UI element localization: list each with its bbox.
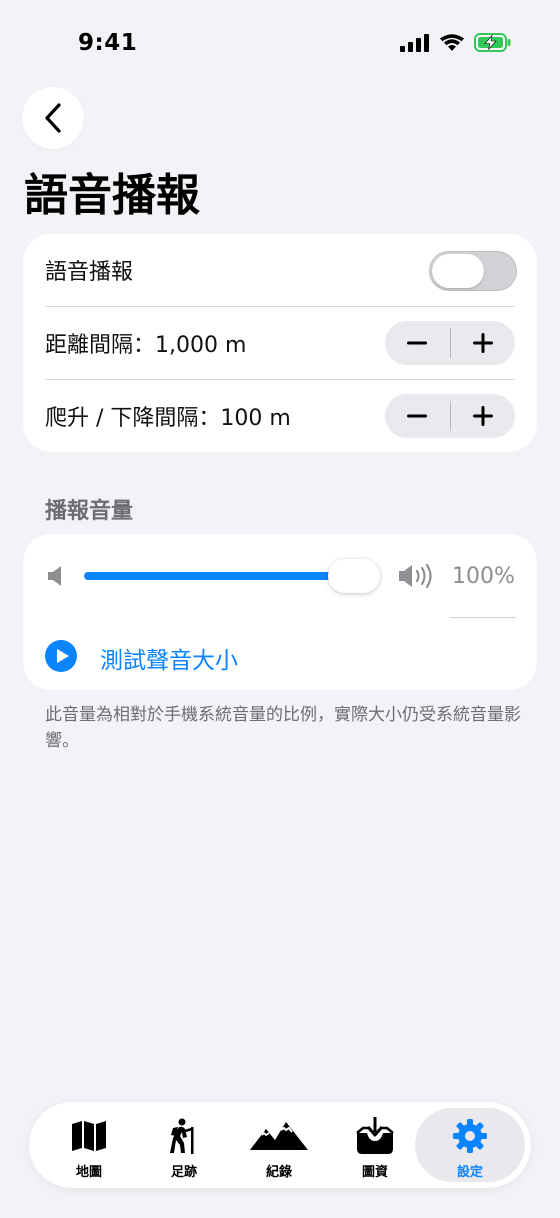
tab-bar: 地圖 足跡 紀錄 圖資 設定 [29,1102,531,1188]
volume-value: 100% [452,564,515,589]
elevation-interval-label: 爬升 / 下降間隔：100 m [45,406,291,431]
tab-label: 地圖 [75,1165,102,1180]
toggle-knob [432,254,484,288]
voice-announce-toggle[interactable] [429,251,517,291]
tab-label: 圖資 [361,1165,388,1180]
volume-slider-thumb[interactable] [328,559,380,593]
announce-settings-card: 語音播報 距離間隔：1,000 m 爬升 / 下降間隔：100 m [23,234,537,452]
download-tray-icon [356,1117,394,1154]
volume-section-header: 播報音量 [45,499,134,524]
tab-label: 設定 [456,1165,483,1180]
cellular-signal-icon [400,33,429,52]
volume-footnote: 此音量為相對於手機系統音量的比例，實際大小仍受系統音量影響。 [45,705,521,751]
distance-increment-button[interactable] [451,321,516,365]
volume-value-underline [450,617,516,618]
distance-interval-label: 距離間隔：1,000 m [45,333,247,358]
chevron-left-icon [45,103,61,133]
plus-icon [472,406,493,426]
speaker-high-icon [399,563,432,589]
minus-icon [407,341,428,345]
distance-decrement-button[interactable] [385,321,450,365]
tab-map[interactable]: 地圖 [39,1108,139,1182]
play-circle-icon[interactable] [45,640,77,672]
elevation-decrement-button[interactable] [385,394,450,438]
tab-label: 紀錄 [265,1165,292,1180]
elevation-interval-stepper [385,394,515,438]
voice-announce-label: 語音播報 [45,260,134,285]
minus-icon [407,414,428,418]
status-time: 9:41 [78,30,138,56]
wifi-icon [440,34,464,51]
tab-label: 足跡 [170,1165,197,1180]
volume-slider-track[interactable] [84,572,366,580]
tab-tracks[interactable]: 足跡 [134,1108,234,1182]
tab-settings[interactable]: 設定 [415,1108,525,1182]
tab-records[interactable]: 紀錄 [229,1108,329,1182]
back-button[interactable] [22,87,84,149]
status-icons [400,33,512,52]
test-volume-button[interactable]: 測試聲音大小 [100,641,238,675]
plus-icon [472,333,493,353]
battery-charging-icon [474,33,511,52]
hiker-icon [170,1118,194,1154]
mountain-icon [250,1122,308,1150]
elevation-increment-button[interactable] [451,394,516,438]
gear-icon [453,1119,487,1153]
tab-map-data[interactable]: 圖資 [325,1108,425,1182]
speaker-low-icon [48,566,61,586]
map-icon [72,1121,106,1151]
page-title: 語音播報 [24,170,200,221]
distance-interval-stepper [385,321,515,365]
